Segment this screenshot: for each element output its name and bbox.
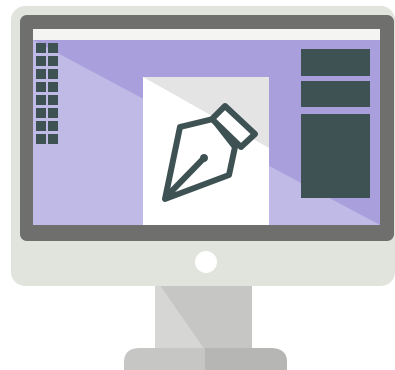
screen-top-strip	[33, 29, 380, 40]
right-panel-top	[301, 49, 370, 76]
right-panel-middle	[301, 81, 370, 107]
monitor-stand	[124, 278, 287, 370]
right-panel-bottom	[301, 114, 370, 198]
power-button	[195, 251, 217, 273]
stand-base-shadow	[205, 348, 287, 370]
right-panels	[301, 49, 370, 198]
screen	[33, 29, 380, 225]
monitor-illustration	[11, 6, 395, 370]
